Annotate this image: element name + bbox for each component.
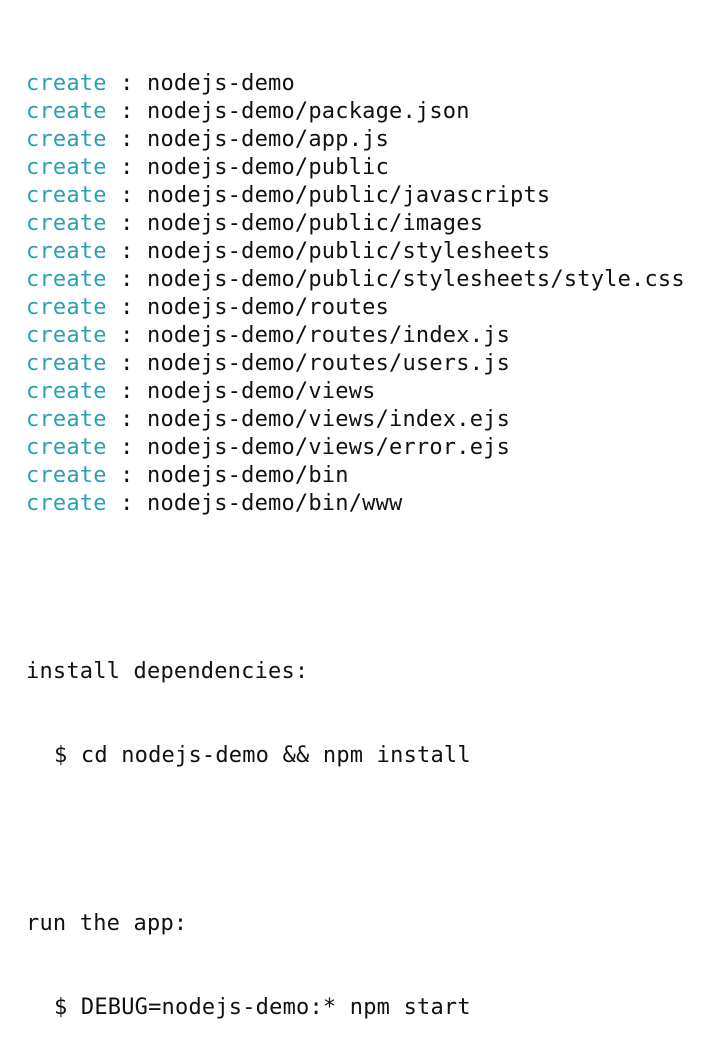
separator: :	[106, 211, 148, 236]
create-verb: create	[26, 71, 107, 96]
created-path: nodejs-demo/routes/users.js	[147, 351, 511, 376]
created-path: nodejs-demo/public/stylesheets/style.css	[147, 267, 685, 292]
created-path: nodejs-demo/public/stylesheets	[147, 239, 551, 264]
create-line: create : nodejs-demo/public/images	[26, 210, 716, 238]
created-path: nodejs-demo/views	[147, 379, 376, 404]
separator: :	[106, 99, 148, 124]
create-verb: create	[26, 155, 107, 180]
create-line: create : nodejs-demo/public/stylesheets/…	[26, 266, 716, 294]
create-line: create : nodejs-demo/bin/www	[26, 490, 716, 518]
create-line: create : nodejs-demo/views/index.ejs	[26, 406, 716, 434]
terminal-output: create : nodejs-demo create : nodejs-demo…	[26, 14, 716, 1050]
created-path: nodejs-demo	[147, 71, 295, 96]
create-line: create : nodejs-demo/routes/users.js	[26, 350, 716, 378]
separator: :	[106, 323, 148, 348]
separator: :	[106, 407, 148, 432]
install-heading: install dependencies:	[26, 659, 309, 684]
create-verb: create	[26, 407, 107, 432]
create-verb: create	[26, 211, 107, 236]
run-heading: run the app:	[26, 911, 188, 936]
separator: :	[106, 71, 148, 96]
create-verb: create	[26, 183, 107, 208]
separator: :	[106, 295, 148, 320]
separator: :	[106, 155, 148, 180]
separator: :	[106, 267, 148, 292]
create-line: create : nodejs-demo/routes	[26, 294, 716, 322]
create-line: create : nodejs-demo/package.json	[26, 98, 716, 126]
create-verb: create	[26, 99, 107, 124]
create-line: create : nodejs-demo	[26, 70, 716, 98]
separator: :	[106, 127, 148, 152]
created-path: nodejs-demo/views/error.ejs	[147, 435, 511, 460]
created-path: nodejs-demo/views/index.ejs	[147, 407, 511, 432]
created-path: nodejs-demo/public/javascripts	[147, 183, 551, 208]
create-line: create : nodejs-demo/bin	[26, 462, 716, 490]
created-path: nodejs-demo/routes/index.js	[147, 323, 511, 348]
create-line: create : nodejs-demo/routes/index.js	[26, 322, 716, 350]
create-verb: create	[26, 267, 107, 292]
create-verb: create	[26, 127, 107, 152]
created-path: nodejs-demo/bin	[147, 463, 349, 488]
separator: :	[106, 463, 148, 488]
create-verb: create	[26, 491, 107, 516]
created-path: nodejs-demo/bin/www	[147, 491, 403, 516]
create-line: create : nodejs-demo/public/javascripts	[26, 182, 716, 210]
separator: :	[106, 239, 148, 264]
create-line: create : nodejs-demo/app.js	[26, 126, 716, 154]
created-path: nodejs-demo/package.json	[147, 99, 470, 124]
run-command: $ DEBUG=nodejs-demo:* npm start	[54, 995, 471, 1020]
create-verb: create	[26, 351, 107, 376]
create-verb: create	[26, 435, 107, 460]
separator: :	[106, 379, 148, 404]
created-path: nodejs-demo/public/images	[147, 211, 484, 236]
create-verb: create	[26, 295, 107, 320]
created-path: nodejs-demo/public	[147, 155, 390, 180]
separator: :	[106, 183, 148, 208]
create-verb: create	[26, 379, 107, 404]
create-verb: create	[26, 463, 107, 488]
created-path: nodejs-demo/app.js	[147, 127, 390, 152]
install-command: $ cd nodejs-demo && npm install	[54, 743, 471, 768]
create-line: create : nodejs-demo/views/error.ejs	[26, 434, 716, 462]
create-verb: create	[26, 239, 107, 264]
create-line: create : nodejs-demo/views	[26, 378, 716, 406]
create-verb: create	[26, 323, 107, 348]
create-line: create : nodejs-demo/public/stylesheets	[26, 238, 716, 266]
create-line: create : nodejs-demo/public	[26, 154, 716, 182]
separator: :	[106, 435, 148, 460]
separator: :	[106, 351, 148, 376]
created-path: nodejs-demo/routes	[147, 295, 390, 320]
separator: :	[106, 491, 148, 516]
create-log: create : nodejs-demo create : nodejs-demo…	[26, 70, 716, 518]
